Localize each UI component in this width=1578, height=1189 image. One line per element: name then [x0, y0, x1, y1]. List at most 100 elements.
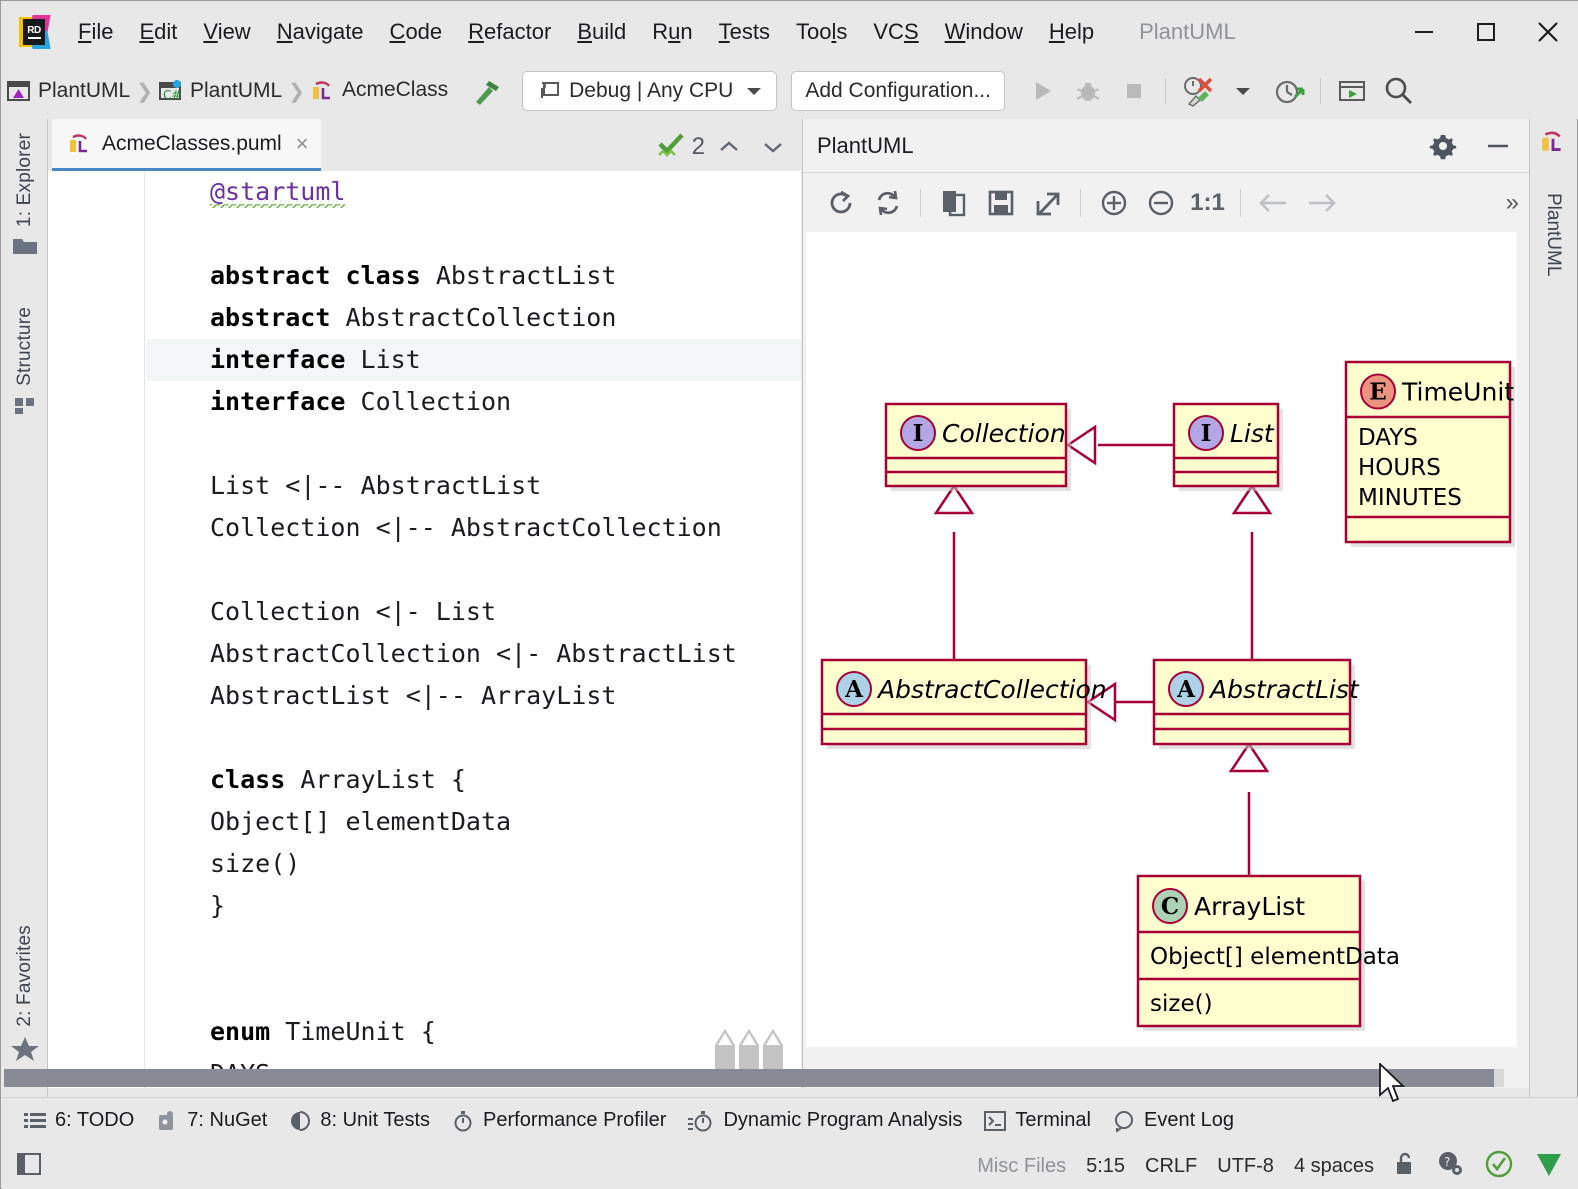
menu-item-window[interactable]: Window [932, 15, 1036, 49]
lock-icon[interactable] [1394, 1151, 1416, 1182]
menu-item-help[interactable]: Help [1036, 15, 1107, 49]
breadcrumb-item-file[interactable]: AcmeClass [311, 78, 448, 104]
stop-button[interactable] [1111, 68, 1157, 114]
copy-icon[interactable] [930, 179, 977, 226]
status-indent[interactable]: 4 spaces [1294, 1155, 1374, 1178]
run-anything-button[interactable] [1329, 68, 1375, 114]
close-icon[interactable]: × [296, 132, 309, 155]
zoom-in-icon[interactable] [1090, 179, 1137, 226]
previous-problem-button[interactable] [709, 127, 749, 167]
code-line[interactable]: abstract class AbstractList [146, 255, 801, 297]
status-line-separator[interactable]: CRLF [1145, 1155, 1197, 1178]
code-line[interactable]: AbstractCollection <|- AbstractList [146, 633, 801, 675]
coverage-dropdown[interactable] [1220, 68, 1266, 114]
svg-text:?: ? [1444, 1155, 1450, 1169]
breadcrumb-item-project[interactable]: C# PlantUML [158, 79, 282, 103]
code-line[interactable]: abstract AbstractCollection [146, 297, 801, 339]
code-line[interactable]: Object[] elementData [146, 801, 801, 843]
editor-gutter[interactable] [48, 171, 145, 1088]
menu-item-refactor[interactable]: Refactor [455, 15, 564, 49]
uml-node-abstractlist[interactable]: A AbstractList [1152, 658, 1360, 749]
run-configuration-selector[interactable]: Debug | Any CPU [522, 71, 778, 111]
code-line[interactable] [146, 969, 801, 1011]
reload-icon[interactable] [817, 179, 864, 226]
menu-item-file[interactable]: File [65, 15, 126, 49]
debug-button[interactable] [1065, 68, 1111, 114]
tool-window-event-log[interactable]: Event Log [1113, 1109, 1234, 1132]
code-line[interactable]: Collection <|- List [146, 591, 801, 633]
code-line[interactable]: Collection <|-- AbstractCollection [146, 507, 801, 549]
code-line[interactable]: List <|-- AbstractList [146, 465, 801, 507]
menu-item-navigate[interactable]: Navigate [264, 15, 377, 49]
tool-window-terminal[interactable]: Terminal [984, 1109, 1091, 1132]
zoom-out-icon[interactable] [1137, 179, 1184, 226]
code-line[interactable]: size() [146, 843, 801, 885]
tool-window-unit-tests[interactable]: 8: Unit Tests [289, 1109, 430, 1132]
uml-node-list[interactable]: I List [1172, 402, 1283, 491]
add-configuration-button[interactable]: Add Configuration... [791, 71, 1005, 111]
code-line[interactable] [146, 717, 801, 759]
minimize-button[interactable] [1393, 1, 1455, 63]
resharper-icon[interactable] [1534, 1149, 1564, 1184]
code-editor[interactable]: @startuml abstract class AbstractList abs… [146, 171, 801, 1088]
status-caret-position[interactable]: 5:15 [1086, 1155, 1125, 1178]
code-line[interactable] [146, 423, 801, 465]
code-line[interactable] [146, 927, 801, 969]
uml-node-timeunit[interactable]: E TimeUnit DAYS HOURS MINUTES [1344, 360, 1515, 547]
right-rail-item-plantuml[interactable]: PlantUML [1542, 193, 1564, 276]
show-tool-windows-icon[interactable] [16, 1151, 42, 1182]
external-link-icon[interactable] [1024, 179, 1071, 226]
tool-window-dynamic-program-analysis[interactable]: Dynamic Program Analysis [688, 1109, 962, 1132]
search-everywhere-button[interactable] [1375, 68, 1421, 114]
menu-item-code[interactable]: Code [377, 15, 456, 49]
refresh-icon[interactable] [864, 179, 911, 226]
menu-item-tests[interactable]: Tests [706, 15, 783, 49]
menu-item-tools[interactable]: Tools [783, 15, 860, 49]
status-encoding[interactable]: UTF-8 [1217, 1155, 1274, 1178]
tool-window-event-log-label: Event Log [1143, 1109, 1235, 1131]
code-line[interactable]: enum TimeUnit { [146, 1011, 801, 1053]
profiler-button[interactable] [1266, 68, 1312, 114]
inspections-widget-icon[interactable]: ? [1436, 1150, 1464, 1183]
gear-icon[interactable] [1419, 122, 1466, 169]
breadcrumb-item-solution[interactable]: PlantUML [7, 79, 130, 103]
sidebar-item-structure[interactable]: Structure [2, 307, 48, 421]
coverage-button[interactable] [1174, 68, 1220, 114]
build-button[interactable] [464, 68, 510, 114]
save-icon[interactable] [977, 179, 1024, 226]
code-line[interactable] [146, 549, 801, 591]
sidebar-item-explorer[interactable]: 1: Explorer [2, 133, 48, 262]
code-analysis-ok-icon[interactable] [1484, 1149, 1514, 1184]
close-button[interactable] [1517, 1, 1578, 63]
code-line[interactable] [146, 213, 801, 255]
menu-item-view[interactable]: View [190, 15, 263, 49]
run-button[interactable] [1019, 68, 1065, 114]
uml-node-abstractcollection[interactable]: A AbstractCollection [820, 658, 1107, 749]
editor-tab-acmeclasses[interactable]: AcmeClasses.puml × [52, 119, 321, 171]
tool-window-performance-profiler[interactable]: Performance Profiler [452, 1109, 666, 1132]
code-line[interactable]: @startuml [146, 171, 801, 213]
menu-item-vcs[interactable]: VCS [860, 15, 931, 49]
maximize-button[interactable] [1455, 1, 1517, 63]
menu-item-run[interactable]: Run [639, 15, 705, 49]
plantuml-diagram-canvas[interactable]: I Collection I List E TimeUnit DAYS HOURS MINUTE… [806, 232, 1517, 1047]
plantuml-hscrollbar-thumb[interactable] [4, 1069, 1494, 1087]
code-line[interactable]: } [146, 885, 801, 927]
next-problem-button[interactable] [753, 127, 793, 167]
chevron-double-right-icon[interactable]: » [1506, 189, 1519, 217]
uml-node-arraylist[interactable]: C ArrayList Object[] elementData size() [1136, 874, 1400, 1031]
code-line[interactable]: AbstractList <|-- ArrayList [146, 675, 801, 717]
menu-item-edit[interactable]: Edit [126, 15, 190, 49]
tool-window-nuget[interactable]: 7: NuGet [156, 1109, 267, 1132]
code-line[interactable]: interface Collection [146, 381, 801, 423]
sidebar-item-favorites[interactable]: 2: Favorites [2, 925, 48, 1068]
one-to-one-icon[interactable]: 1:1 [1184, 179, 1231, 226]
uml-node-collection[interactable]: I Collection [884, 402, 1071, 491]
code-line[interactable]: class ArrayList { [146, 759, 801, 801]
code-line[interactable]: interface List [146, 339, 801, 381]
arrow-right-icon[interactable] [1297, 179, 1344, 226]
hide-tool-window-button[interactable] [1474, 122, 1521, 169]
menu-item-build[interactable]: Build [564, 15, 639, 49]
tool-window-todo[interactable]: 6: TODO [24, 1109, 134, 1132]
arrow-left-icon[interactable] [1250, 179, 1297, 226]
